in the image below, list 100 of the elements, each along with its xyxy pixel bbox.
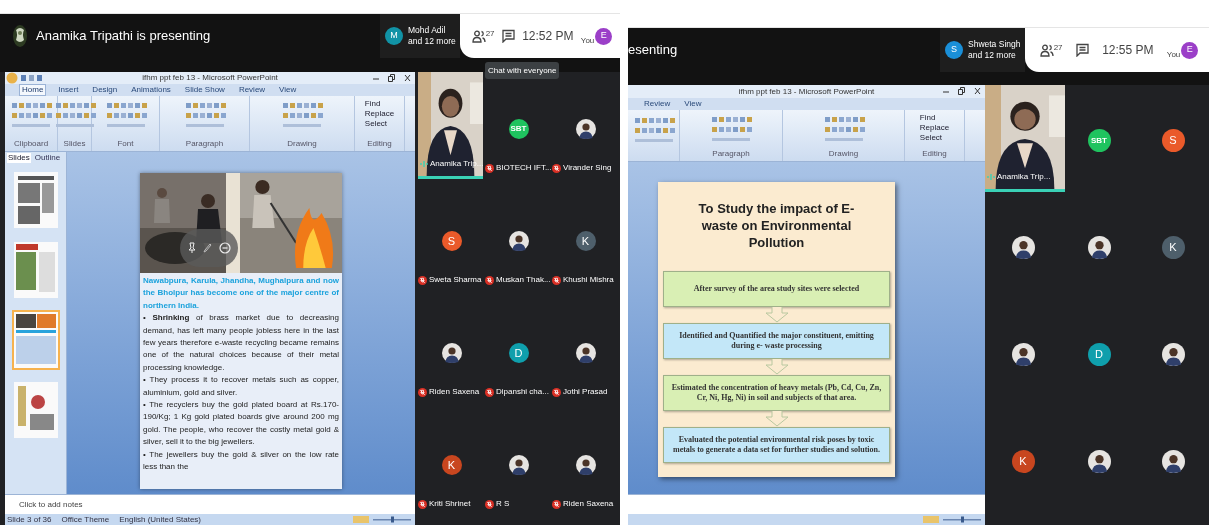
participant-name: Shweta Singh [968,39,1021,50]
ribbon-group-label: Font [117,139,134,148]
pen-icon[interactable] [202,243,212,253]
participant-name: Riden Saxena [429,386,480,398]
slide-bullet-text: • They process it to recover metals such as copper, aluminium, gold and silver. [143,374,339,399]
people-icon[interactable] [471,29,486,43]
status-text: Office Theme [61,514,110,525]
participant-avatar: K [575,231,596,251]
slide-thumbnail[interactable] [11,380,60,440]
ribbon-tab[interactable]: Slide Show [182,85,227,95]
participant-name: Sweta Sharma [429,274,482,286]
participant-name: BIOTECH IFT... [496,162,552,174]
close-icon[interactable] [974,87,981,95]
ribbon-group-label: Paragraph [712,149,750,158]
more-participants-text: and 12 more [968,50,1017,61]
participant-avatar: K [1161,236,1185,259]
flow-step: Estimated the concentration of heavy metals (Pb, Cd, Cu, Zn, Cr, Ni, Hg, Ni) in soil and subjects of that area. [663,375,890,411]
window-title: ifhm ppt feb 13 - Microsoft PowerPoint [738,85,875,98]
participant-avatar: D [508,343,529,363]
participant-name: Anamika Trip... [997,171,1051,183]
ribbon-group-label: Editing [922,149,947,158]
clock-time: 12:52 PM [522,28,574,45]
ribbon-button[interactable]: Replace [364,109,395,118]
ribbon-tab[interactable]: Insert [56,85,81,95]
participant-avatar: SBT [508,119,529,139]
user-avatar[interactable]: E [1181,41,1199,59]
status-text: Slide 3 of 36 [7,514,52,525]
presenting-text: Anamika Tripathi is presenting [36,27,211,46]
more-participants-text: and 12 more [408,36,456,47]
ribbon-group-label: Editing [367,139,392,148]
clock-time: 12:55 PM [1102,42,1154,59]
slide-bullet-text: • Shrinking of brass market due to decreasing demand, has left many people jobless here in the last few years therefore e-waste recycling became remains one of the natural choices because of their metal processing knowledge. [143,312,339,374]
participant-name: Muskan Thak... [496,274,551,286]
ribbon-tab[interactable]: Animations [129,85,173,95]
flow-arrow [764,307,789,323]
people-count: 27 [1053,43,1063,52]
participant-name: Mohd Adil [408,25,447,36]
notes-placeholder[interactable]: Click to add notes [19,498,83,511]
participant-avatar: SBT [1087,129,1111,152]
slide-bullet-text: • The recyclers buy the gold plated board at Rs.170-190/Kg; 1 Kg gold plated boards give around 200 mg gold. The people, who recover the costly metal gold & silver, sell it to the big jewellers. [143,399,339,449]
notes-pane[interactable]: Click to add notes [5,494,415,514]
slide-thumbnail[interactable] [11,170,60,230]
participant-avatar: S [441,231,462,251]
ribbon-group-label: Drawing [828,149,859,158]
ribbon-tab[interactable]: Home [19,84,47,96]
flow-arrow [764,411,789,427]
ribbon-button[interactable]: Replace [919,123,950,132]
ribbon-group-label: Paragraph [185,139,224,148]
flow-step: After survey of the area study sites were selected [663,271,890,307]
close-icon[interactable] [404,74,411,82]
participant-avatar: S [1161,129,1185,152]
zoom-slider-drawing[interactable] [923,516,983,523]
slide-thumbnail[interactable] [11,310,60,370]
pin-icon[interactable] [187,242,196,254]
people-icon[interactable] [1039,43,1054,57]
tooltip: Chat with everyone [485,62,560,79]
ribbon-tab[interactable]: Review [642,99,673,109]
ribbon-tab[interactable]: View [682,99,704,109]
you-label: You [580,35,595,45]
restore-icon[interactable] [388,74,395,82]
participant-avatar: K [441,455,462,475]
chat-icon[interactable] [501,29,515,43]
participant-name: Riden Saxena [563,498,614,510]
slide-title: To Study the impact of E-waste on Environmental Pollution [697,200,856,251]
user-avatar[interactable]: E [595,27,613,45]
participant-name: Kriti Shrinet [429,498,471,510]
restore-icon[interactable] [958,87,965,95]
flow-step: Evaluated the potential environmental risk poses by toxic metals to generate a data set for further studies and solution. [663,427,890,463]
slide-thumbnail[interactable] [11,240,60,300]
participant-avatar: D [1087,343,1111,366]
flow-arrow [764,359,789,375]
zoom-slider-drawing[interactable] [353,516,413,523]
ribbon-group-label: Clipboard [13,139,49,148]
flow-step: Identified and Quantified the major constituent, emitting during e- waste processing [663,323,890,359]
participant-name: Virander Sing [563,162,612,174]
pane-tab[interactable]: Outline [33,153,62,163]
participant-name: Jothi Prasad [563,386,608,398]
slide-highlight-text: Nawabpura, Karula, Jhandha, Mughalpura and now the Bholpur has become one of the major centre of northern India. [143,275,339,312]
ribbon-button[interactable]: Select [364,119,388,128]
ribbon-button[interactable]: Find [919,113,936,122]
participant-name: Dipanshi cha... [496,386,549,398]
minus-circle-icon[interactable] [218,242,231,254]
ribbon-tab[interactable]: Design [90,85,120,95]
ribbon-group-label: Slides [63,139,86,148]
chat-icon[interactable] [1075,43,1089,57]
ribbon-tab[interactable]: View [277,85,299,95]
participant-name: R S [496,498,510,510]
participant-name: Khushi Mishra [563,274,614,286]
status-text: English (United States) [119,514,202,525]
ribbon-tab[interactable]: Review [236,85,268,95]
participant-avatar: S [945,41,963,59]
participant-avatar: M [385,27,403,45]
pane-tab[interactable]: Slides [7,153,31,163]
ribbon-button[interactable]: Select [919,133,943,142]
window-title: ifhm ppt feb 13 - Microsoft PowerPoint [142,72,278,84]
ribbon-button[interactable]: Find [364,99,381,108]
you-label: You [1166,49,1181,59]
presenting-text: esenting [628,41,678,60]
participant-avatar: K [1011,450,1035,473]
people-count: 27 [485,29,495,38]
